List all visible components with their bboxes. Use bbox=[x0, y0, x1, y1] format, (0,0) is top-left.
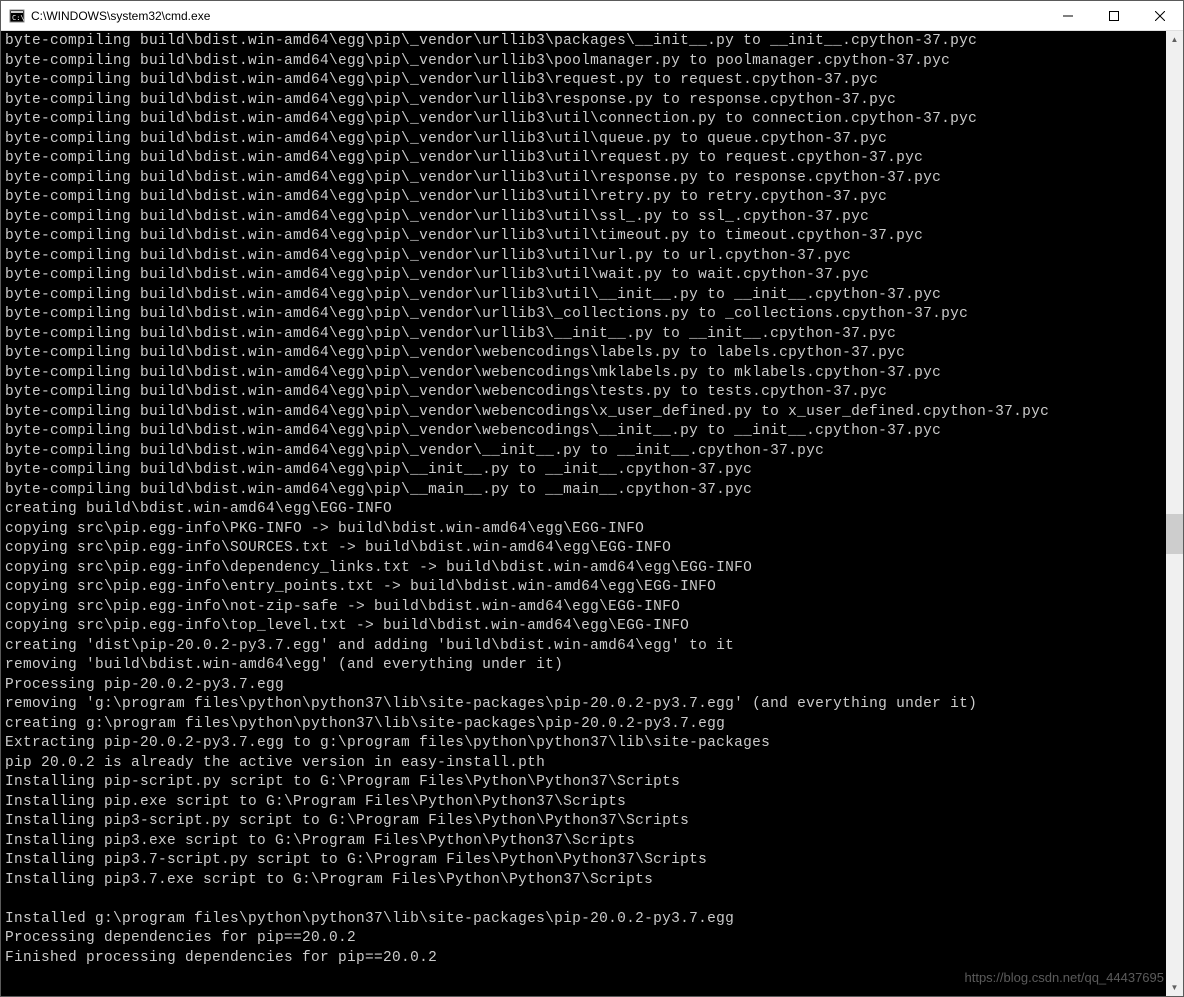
minimize-button[interactable] bbox=[1045, 1, 1091, 30]
vertical-scrollbar[interactable]: ▲ ▼ bbox=[1166, 31, 1183, 996]
close-button[interactable] bbox=[1137, 1, 1183, 30]
window-title: C:\WINDOWS\system32\cmd.exe bbox=[31, 9, 1045, 23]
cmd-icon: C:\ bbox=[9, 8, 25, 24]
window-controls bbox=[1045, 1, 1183, 30]
terminal-output[interactable]: byte-compiling build\bdist.win-amd64\egg… bbox=[1, 31, 1166, 996]
scroll-down-arrow[interactable]: ▼ bbox=[1166, 979, 1183, 996]
cmd-window: C:\ C:\WINDOWS\system32\cmd.exe byte-com… bbox=[0, 0, 1184, 997]
maximize-button[interactable] bbox=[1091, 1, 1137, 30]
scrollbar-track[interactable] bbox=[1166, 48, 1183, 979]
terminal-area: byte-compiling build\bdist.win-amd64\egg… bbox=[1, 31, 1183, 996]
scrollbar-thumb[interactable] bbox=[1166, 514, 1183, 554]
titlebar[interactable]: C:\ C:\WINDOWS\system32\cmd.exe bbox=[1, 1, 1183, 31]
svg-text:C:\: C:\ bbox=[12, 14, 25, 22]
scroll-up-arrow[interactable]: ▲ bbox=[1166, 31, 1183, 48]
